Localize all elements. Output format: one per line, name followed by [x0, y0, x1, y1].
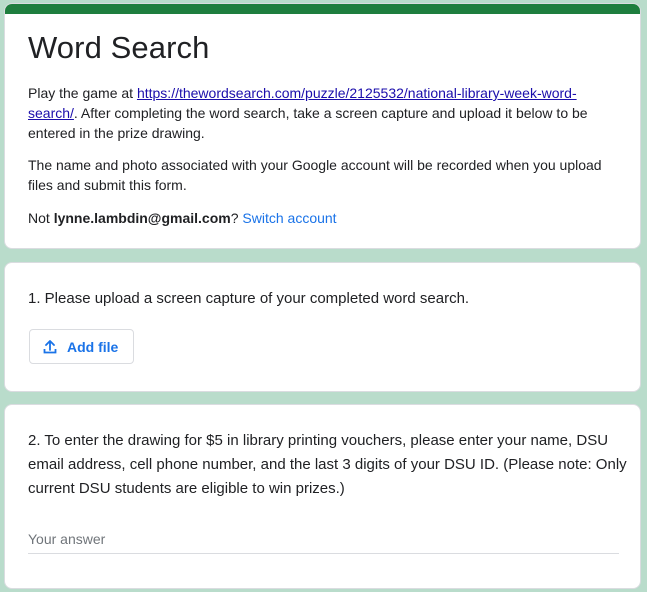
account-prefix: Not [28, 210, 54, 226]
account-email: lynne.lambdin@gmail.com [53, 210, 231, 226]
answer-input[interactable]: Your answer [28, 531, 619, 554]
switch-account-link[interactable]: Switch account [242, 210, 336, 226]
add-file-label: Add file [67, 338, 119, 355]
add-file-button[interactable]: Add file [29, 329, 134, 364]
description-prefix: Play the game at [28, 85, 137, 101]
account-suffix: ? [230, 210, 243, 226]
question-card-entry: 2. To enter the drawing for $5 in librar… [4, 404, 641, 589]
privacy-notice: The name and photo associated with your … [28, 157, 602, 193]
header-accent-stripe [5, 4, 640, 14]
upload-icon [43, 339, 57, 353]
question-1-text: 1. Please upload a screen capture of you… [28, 290, 470, 307]
form-header-card: Word Search Play the game at https://the… [4, 3, 641, 249]
question-2-text: 2. To enter the drawing for $5 in librar… [28, 432, 627, 497]
form-description: Play the game at https://thewordsearch.c… [28, 83, 618, 143]
form-title: Word Search [28, 30, 210, 65]
description-suffix: . After completing the word search, take… [28, 105, 588, 141]
question-card-upload: 1. Please upload a screen capture of you… [4, 262, 641, 392]
account-line: Not lynne.lambdin@gmail.com? Switch acco… [28, 208, 337, 228]
